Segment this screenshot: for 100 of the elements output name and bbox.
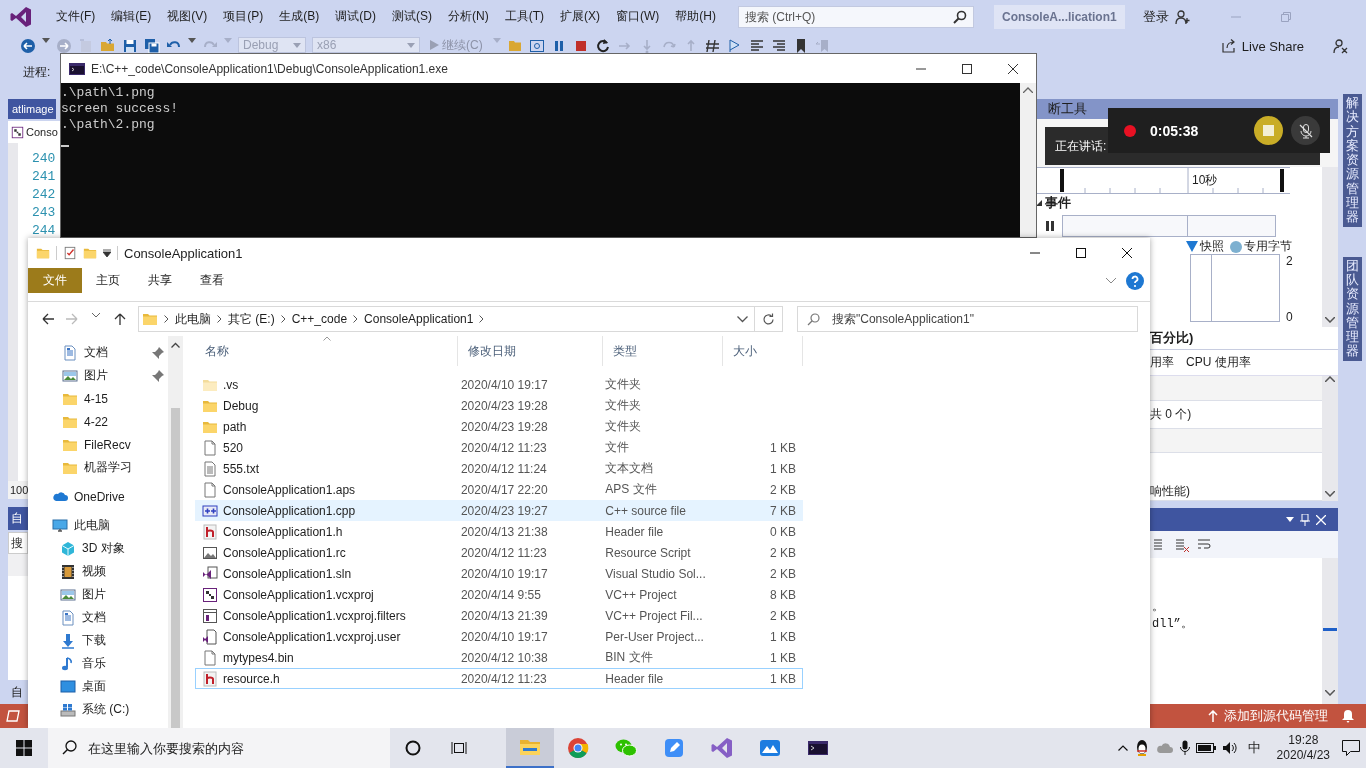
panel-title: 断工具 [1047, 100, 1087, 118]
line-number: 241 [32, 168, 56, 186]
elapsed-time: 0:05:38 [1150, 122, 1199, 139]
nav-item[interactable]: 文档 [28, 606, 168, 629]
axis-label: 0 [1286, 310, 1293, 324]
file-row[interactable]: resource.h 2020/4/12 11:23 Header file 1 KB [195, 668, 803, 689]
file-row[interactable]: ConsoleApplication1.aps 2020/4/17 22:20 APS 文件 2 KB [195, 479, 803, 500]
file-row[interactable]: path 2020/4/23 19:28 文件夹 [195, 416, 803, 437]
file-row[interactable]: ConsoleApplication1.cpp 2020/4/23 19:27 C++ source file 7 KB [195, 500, 803, 521]
menu-item[interactable]: 帮助(H) [667, 8, 724, 25]
legend-label: 专用字节 [1244, 238, 1292, 255]
panel-tab[interactable]: 自 [0, 683, 23, 701]
file-row[interactable]: 555.txt 2020/4/12 11:24 文本文档 1 KB [195, 458, 803, 479]
file-selector[interactable]: Conso [8, 121, 60, 143]
file-row[interactable]: ConsoleApplication1.h 2020/4/13 21:38 Header file 0 KB [195, 521, 803, 542]
breadcrumb[interactable]: 其它 (E:) [228, 310, 275, 328]
modified-date: 2020/4/12 11:23 [460, 545, 547, 560]
menu-item[interactable]: 编辑(E) [103, 8, 160, 25]
nav-item[interactable]: 此电脑 [28, 514, 168, 537]
live-share-button[interactable]: Live Share [1215, 37, 1310, 55]
file-type: 文件夹 [605, 418, 642, 435]
search-field[interactable]: 搜索"ConsoleApplication1" [797, 306, 1138, 332]
sign-in-link[interactable]: 登录 [1142, 7, 1169, 26]
nav-item[interactable]: 系统 (C:) [28, 698, 168, 721]
menu-item[interactable]: 文件(F) [48, 8, 104, 25]
input-method-indicator[interactable]: 中 [1243, 739, 1265, 757]
summary-text: 共 0 个) [1150, 406, 1192, 423]
side-tab[interactable]: 解决方案资源管理器 [1342, 94, 1362, 227]
file-row[interactable]: .vs 2020/4/10 19:17 文件夹 [195, 374, 803, 395]
file-row[interactable]: 520 2020/4/12 11:23 文件 1 KB [195, 437, 803, 458]
modified-date: 2020/4/10 19:17 [460, 566, 548, 581]
file-row[interactable]: ConsoleApplication1.sln 2020/4/10 19:17 Visual Studio Sol... 2 KB [195, 563, 803, 584]
column-header[interactable]: 类型 [603, 336, 723, 366]
zoom-level[interactable]: 100 [8, 484, 29, 496]
file-type: Header file [605, 671, 664, 686]
nav-item[interactable]: 视频 [28, 560, 168, 583]
menu-item[interactable]: 项目(P) [215, 8, 272, 25]
column-header[interactable]: 修改日期 [458, 336, 603, 366]
search-field[interactable]: 搜索 (Ctrl+Q) [738, 5, 974, 28]
menu-item[interactable]: 视图(V) [159, 8, 216, 25]
side-tab[interactable]: 团队资源管理器 [1342, 256, 1362, 361]
menu-item[interactable]: 窗口(W) [608, 8, 668, 25]
nav-item[interactable]: FileRecv [28, 433, 168, 456]
address-bar[interactable]: 此电脑 其它 (E:) C++_code ConsoleApplication1 [138, 306, 755, 332]
file-row[interactable]: mytypes4.bin 2020/4/12 10:38 BIN 文件 1 KB [195, 647, 803, 668]
file-row[interactable]: ConsoleApplication1.vcxproj 2020/4/14 9:55 VC++ Project 8 KB [195, 584, 803, 605]
modified-date: 2020/4/12 11:23 [460, 440, 547, 455]
ribbon-tab[interactable]: 查看 [186, 268, 238, 293]
tab[interactable]: 用率 [1150, 354, 1174, 371]
nav-item[interactable]: OneDrive [28, 485, 168, 508]
file-size: 0 KB [770, 524, 796, 539]
search-field[interactable]: 在这里输入你要搜索的内容 [48, 728, 390, 768]
menu-item[interactable]: 调试(D) [327, 8, 384, 25]
file-row[interactable]: ConsoleApplication1.rc 2020/4/12 11:23 Resource Script 2 KB [195, 542, 803, 563]
file-name: 520 [223, 440, 244, 455]
nav-item[interactable]: 机器学习 [28, 456, 168, 479]
modified-date: 2020/4/14 9:55 [460, 587, 541, 602]
nav-item[interactable]: 4-22 [28, 410, 168, 433]
file-row[interactable]: ConsoleApplication1.vcxproj.user 2020/4/10 19:17 Per-User Project... 1 KB [195, 626, 803, 647]
nav-item[interactable]: 下载 [28, 629, 168, 652]
column-header[interactable]: 大小 [723, 336, 803, 366]
nav-item[interactable]: 文档 [28, 341, 168, 364]
breadcrumb[interactable]: 此电脑 [175, 310, 211, 328]
modified-date: 2020/4/12 11:24 [460, 461, 547, 476]
file-name: ConsoleApplication1.vcxproj [223, 587, 374, 602]
file-menu-button[interactable]: 文件 [28, 268, 82, 293]
file-size: 2 KB [770, 608, 796, 623]
file-size: 1 KB [770, 461, 796, 476]
file-row[interactable]: ConsoleApplication1.vcxproj.filters 2020/4/13 21:39 VC++ Project Fil... 2 KB [195, 605, 803, 626]
file-size: 1 KB [770, 650, 796, 665]
menu-item[interactable]: 分析(N) [440, 8, 497, 25]
file-size: 1 KB [770, 440, 796, 455]
column-header[interactable]: 名称 [195, 336, 458, 366]
breadcrumb[interactable]: ConsoleApplication1 [364, 312, 474, 326]
nav-item[interactable]: 音乐 [28, 652, 168, 675]
source-control-button[interactable]: 添加到源代码管理 [1208, 707, 1328, 725]
document-tab[interactable]: atlimage [8, 99, 56, 119]
modified-date: 2020/4/10 19:17 [460, 629, 548, 644]
file-type: Header file [605, 524, 664, 539]
breadcrumb[interactable]: C++_code [291, 312, 348, 326]
file-size: 1 KB [770, 671, 796, 686]
file-type: Resource Script [605, 545, 691, 560]
nav-item[interactable]: 4-15 [28, 387, 168, 410]
file-name: Debug [223, 398, 259, 413]
search-field[interactable]: 搜 [8, 532, 28, 554]
ribbon-tab[interactable]: 主页 [82, 268, 134, 293]
nav-item[interactable]: 3D 对象 [28, 537, 168, 560]
menu-item[interactable]: 扩展(X) [552, 8, 608, 25]
nav-item[interactable]: 图片 [28, 583, 168, 606]
nav-item[interactable]: 桌面 [28, 675, 168, 698]
clock-time[interactable]: 19:28 [1288, 733, 1319, 748]
tab[interactable]: CPU 使用率 [1186, 354, 1251, 371]
menu-item[interactable]: 生成(B) [271, 8, 328, 25]
ribbon-tab[interactable]: 共享 [134, 268, 186, 293]
file-row[interactable]: Debug 2020/4/23 19:28 文件夹 [195, 395, 803, 416]
row-text: 响性能) [1150, 483, 1190, 500]
menu-item[interactable]: 测试(S) [384, 8, 440, 25]
menu-item[interactable]: 工具(T) [496, 8, 552, 25]
nav-item[interactable]: 图片 [28, 364, 168, 387]
clock-date[interactable]: 2020/4/23 [1276, 748, 1330, 763]
